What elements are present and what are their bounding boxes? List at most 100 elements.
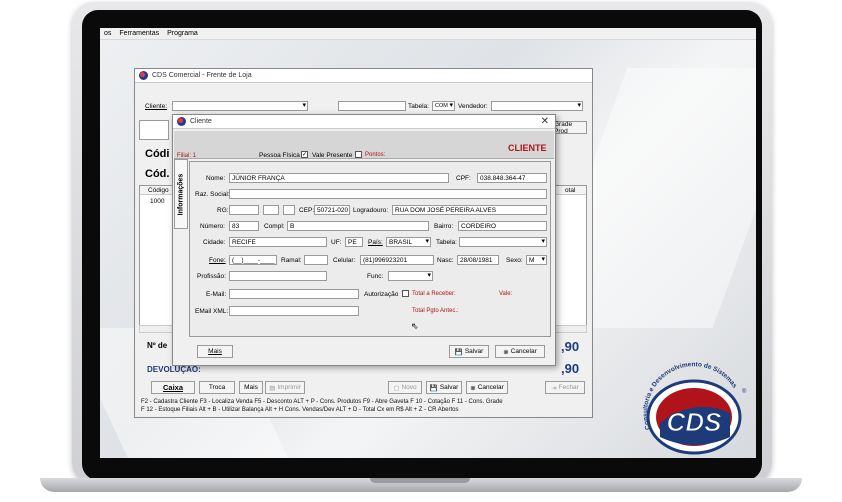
total-pgto-antec-label: Total Pgto Antec.: (412, 308, 459, 314)
dialog-cancelar-button[interactable]: ⊗ Cancelar (495, 345, 545, 358)
app-icon (139, 71, 148, 80)
dialog-header-band (174, 131, 554, 159)
menu-item-os[interactable]: os (104, 30, 111, 37)
cpf-field[interactable]: 038.848.364-47 (477, 173, 547, 183)
rg-field[interactable] (229, 205, 259, 215)
grade-prod-label: Grade Prod (554, 120, 573, 135)
total-value-1: ,90 (561, 339, 580, 354)
imprimir-label: Imprimir (277, 384, 301, 391)
pontos-checkbox[interactable] (355, 151, 362, 158)
table-row-codigo: 1000 (150, 198, 165, 205)
pessoa-fisica-checkbox[interactable]: ✓ (301, 151, 308, 158)
func-select[interactable] (388, 271, 433, 281)
uf-field[interactable]: PE (345, 237, 363, 247)
dialog-mais-label: Mais (208, 348, 222, 355)
compl-field[interactable]: B (287, 221, 429, 231)
hotkeys-line-2: F 12 - Estoque Filiais Alt + B - Utiliza… (141, 407, 459, 413)
total-value-2: ,90 (561, 361, 580, 376)
mais-button[interactable]: Mais (239, 381, 263, 394)
hotkeys-line-1: F2 - Cadastra Cliente F3 - Localiza Vend… (141, 399, 503, 405)
col-codigo: Código (148, 187, 169, 194)
cliente-label: Cliente: (145, 103, 168, 110)
fechar-label: Fechar (558, 384, 579, 391)
cidade-field[interactable]: RECIFE (229, 237, 327, 247)
pontos-label: Pontos: (365, 152, 386, 158)
vendedor-select[interactable] (491, 101, 583, 111)
rg-orgao-field[interactable] (263, 205, 279, 215)
imprimir-button[interactable]: ▤ Imprimir (265, 381, 305, 394)
main-window-titlebar: CDS Comercial - Frente de Loja (135, 69, 592, 83)
dialog-salvar-button[interactable]: 💾 Salvar (449, 345, 489, 358)
cep-label: CEP: (299, 207, 315, 214)
fechar-button[interactable]: ⇥ Fechar (545, 381, 585, 394)
codigo2-heading: Cód. (145, 168, 170, 180)
cep-field[interactable]: 50721-020 (314, 205, 350, 215)
cliente-select[interactable] (172, 101, 308, 111)
profissao-field[interactable] (229, 271, 327, 281)
new-icon: ▢ (393, 384, 400, 392)
ramal-field[interactable] (304, 255, 328, 265)
ramal-label: Ramal: (281, 257, 302, 264)
dialog-cancelar-label: Cancelar (510, 348, 537, 355)
caixa-button[interactable]: Caixa (151, 381, 195, 394)
autorizacao-checkbox[interactable] (402, 290, 409, 297)
total-receber-label: Total a Receber: (412, 291, 456, 297)
laptop-notch (370, 478, 470, 483)
fone-field[interactable]: (__)____-____ (229, 255, 277, 265)
dialog-icon (177, 117, 186, 126)
numero-field[interactable]: 83 (229, 221, 259, 231)
email-xml-field[interactable] (229, 306, 359, 316)
fone-label: Fone: (209, 257, 226, 264)
nome-label: Nome: (206, 175, 226, 182)
email-label: E-Mail: (206, 291, 227, 298)
sexo-label: Sexo: (506, 257, 523, 264)
cancelar-label: Cancelar (477, 384, 504, 391)
menu-item-programa[interactable]: Programa (167, 30, 198, 37)
grade-prod-button[interactable]: Grade Prod (553, 120, 587, 135)
menu-item-ferramentas[interactable]: Ferramentas (119, 30, 159, 37)
cds-logo: CDS Consultoria e Desenvolvimento de Sis… (642, 361, 747, 455)
nome-field[interactable]: JÚNIOR FRANÇA (229, 173, 449, 183)
cidade-label: Cidade: (203, 239, 226, 246)
tabela-dialog-select[interactable] (459, 237, 547, 247)
close-icon[interactable]: ✕ (541, 116, 549, 127)
logo-text: CDS (667, 407, 723, 437)
celular-label: Celular: (333, 257, 356, 264)
main-window-title: CDS Comercial - Frente de Loja (152, 72, 252, 79)
product-input[interactable] (139, 120, 169, 140)
logradouro-field[interactable]: RUA DOM JOSÉ PEREIRA ALVES (392, 205, 547, 215)
nasc-field[interactable]: 28/08/1981 (457, 255, 499, 265)
col-total: otal (565, 187, 576, 194)
sexo-select[interactable]: M (526, 255, 547, 265)
rg-uf-field[interactable] (283, 205, 295, 215)
tabela-dialog-label: Tabela: (436, 239, 457, 246)
novo-button[interactable]: ▢ Novo (388, 381, 422, 394)
email-field[interactable] (229, 289, 359, 299)
pais-label: País: (368, 239, 383, 246)
dialog-mais-button[interactable]: Mais (197, 345, 233, 358)
autorizacao-label: Autorização (364, 291, 399, 298)
devolucao-label: DEVOLUÇÃO: (147, 365, 201, 374)
numero-items-label: Nº de (147, 341, 168, 350)
troca-label: Troca (208, 384, 226, 391)
app-menubar: os Ferramentas Programa (100, 28, 756, 40)
pais-select[interactable]: BRASIL (386, 237, 431, 247)
bairro-label: Bairro: (434, 223, 454, 230)
bairro-field[interactable]: CORDEIRO (458, 221, 547, 231)
cancelar-button[interactable]: ⊗ Cancelar (466, 381, 508, 394)
exit-icon: ⇥ (551, 384, 557, 392)
celular-field[interactable]: (81)996923201 (360, 255, 434, 265)
mouse-cursor-icon: ⇖ (411, 321, 419, 331)
troca-button[interactable]: Troca (199, 381, 235, 394)
tab-informacoes-label: Informações (177, 173, 185, 215)
save-icon: 💾 (454, 348, 463, 356)
razao-social-field[interactable] (229, 189, 547, 199)
cliente-heading: CLIENTE (508, 143, 547, 153)
tab-informacoes[interactable]: Informações (174, 159, 188, 229)
tabela-select[interactable]: COM (432, 101, 455, 111)
email-xml-label: EMail XML: (195, 308, 229, 315)
save-icon: 💾 (429, 384, 438, 392)
cliente-search-input[interactable] (338, 101, 406, 111)
dialog-title: Cliente (190, 118, 212, 125)
salvar-button[interactable]: 💾 Salvar (426, 381, 462, 394)
